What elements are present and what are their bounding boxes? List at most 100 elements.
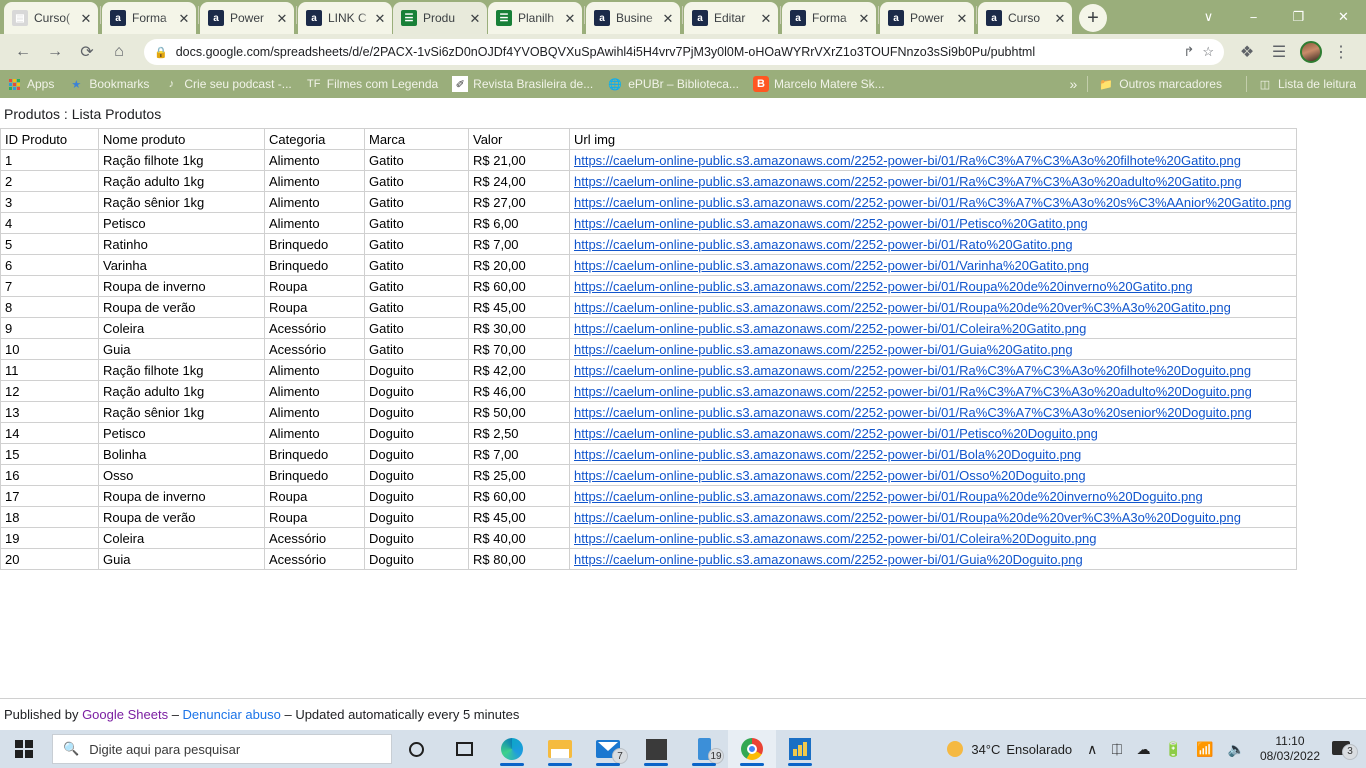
tab-close-icon[interactable]: ✕	[758, 12, 774, 25]
notification-icon[interactable]: 3	[1328, 740, 1360, 760]
tab-close-icon[interactable]: ✕	[856, 12, 872, 25]
back-icon[interactable]: ←	[8, 37, 38, 67]
tab-close-icon[interactable]: ✕	[1052, 12, 1068, 25]
cell-nome: Roupa de verão	[98, 506, 265, 528]
product-image-link[interactable]: https://caelum-online-public.s3.amazonaw…	[574, 405, 1252, 420]
cell-nome: Coleira	[98, 317, 265, 339]
product-image-link[interactable]: https://caelum-online-public.s3.amazonaw…	[574, 363, 1251, 378]
share-icon[interactable]: ↱	[1183, 44, 1194, 60]
tab-close-icon[interactable]: ✕	[78, 12, 94, 25]
bookmark-item[interactable]: Apps	[6, 76, 54, 92]
cortana-circle-icon[interactable]	[392, 730, 440, 768]
reload-icon[interactable]: ⟳	[72, 37, 102, 67]
tab-close-icon[interactable]: ✕	[176, 12, 192, 25]
show-hidden-icons-chevron-up-icon[interactable]: ∧	[1080, 741, 1104, 758]
cell-nome: Ração adulto 1kg	[98, 380, 265, 402]
edge-icon[interactable]	[488, 730, 536, 768]
bookmark-star-icon[interactable]: ☆	[1202, 44, 1214, 60]
product-image-link[interactable]: https://caelum-online-public.s3.amazonaw…	[574, 489, 1203, 504]
product-image-link[interactable]: https://caelum-online-public.s3.amazonaw…	[574, 153, 1241, 168]
tab-close-icon[interactable]: ✕	[660, 12, 676, 25]
battery-icon[interactable]: 🔋	[1158, 741, 1189, 758]
sticky-notes-icon[interactable]	[632, 730, 680, 768]
browser-tab[interactable]: a Power ✕	[880, 2, 974, 34]
avatar[interactable]	[1300, 41, 1322, 63]
bookmark-item[interactable]: 🌐 ePUBr – Biblioteca...	[607, 76, 739, 92]
browser-tab[interactable]: a LINK C ✕	[298, 2, 392, 34]
product-image-link[interactable]: https://caelum-online-public.s3.amazonaw…	[574, 531, 1096, 546]
product-image-link[interactable]: https://caelum-online-public.s3.amazonaw…	[574, 384, 1252, 399]
browser-tab[interactable]: a Curso ✕	[978, 2, 1072, 34]
browser-tab[interactable]: a Forma ✕	[782, 2, 876, 34]
tab-search-button[interactable]: ∨	[1186, 0, 1231, 34]
file-explorer-icon[interactable]	[536, 730, 584, 768]
chrome-menu-icon[interactable]: ⋮	[1326, 37, 1356, 67]
browser-tab[interactable]: ▤ Curso(✕	[4, 2, 98, 34]
report-abuse-link[interactable]: Denunciar abuso	[183, 707, 281, 722]
product-image-link[interactable]: https://caelum-online-public.s3.amazonaw…	[574, 552, 1083, 567]
product-image-link[interactable]: https://caelum-online-public.s3.amazonaw…	[574, 342, 1073, 357]
browser-tab[interactable]: a Busine ✕	[586, 2, 680, 34]
browser-tab[interactable]: ☰ Planilh ✕	[488, 2, 582, 34]
google-sheets-link[interactable]: Google Sheets	[82, 707, 168, 722]
table-row: 20 Guia Acessório Doguito R$ 80,00 https://ca…	[0, 548, 1297, 570]
product-image-link[interactable]: https://caelum-online-public.s3.amazonaw…	[574, 216, 1088, 231]
minimize-button[interactable]: −	[1231, 0, 1276, 34]
tab-separator	[296, 6, 297, 24]
bookmark-item[interactable]: ✐ Revista Brasileira de...	[452, 76, 593, 92]
mail-icon[interactable]: 7	[584, 730, 632, 768]
product-image-link[interactable]: https://caelum-online-public.s3.amazonaw…	[574, 237, 1073, 252]
product-image-link[interactable]: https://caelum-online-public.s3.amazonaw…	[574, 426, 1098, 441]
product-image-link[interactable]: https://caelum-online-public.s3.amazonaw…	[574, 447, 1081, 462]
product-image-link[interactable]: https://caelum-online-public.s3.amazonaw…	[574, 258, 1089, 273]
bookmark-reading-list[interactable]: ◫ Lista de leitura	[1257, 76, 1356, 92]
browser-tab[interactable]: a Editar ✕	[684, 2, 778, 34]
cell-categoria: Alimento	[264, 191, 365, 213]
new-tab-button[interactable]: +	[1079, 4, 1107, 32]
page-icon: ▤	[12, 10, 28, 26]
bookmark-item[interactable]: ★ Bookmarks	[68, 76, 149, 92]
close-window-button[interactable]: ✕	[1321, 0, 1366, 34]
taskbar-search-input[interactable]: 🔍 Digite aqui para pesquisar	[52, 734, 392, 764]
browser-tab[interactable]: a Forma ✕	[102, 2, 196, 34]
browser-tab[interactable]: a Power ✕	[200, 2, 294, 34]
bookmarks-overflow-icon[interactable]: »	[1069, 76, 1077, 92]
home-icon[interactable]: ⌂	[104, 37, 134, 67]
product-image-link[interactable]: https://caelum-online-public.s3.amazonaw…	[574, 279, 1193, 294]
maximize-button[interactable]: ❐	[1276, 0, 1321, 34]
product-image-link[interactable]: https://caelum-online-public.s3.amazonaw…	[574, 321, 1086, 336]
cell-id: 6	[0, 254, 99, 276]
onedrive-sync-icon[interactable]: ⎅	[1104, 741, 1129, 758]
tab-close-icon[interactable]: ✕	[372, 12, 388, 25]
bookmark-other-bookmarks[interactable]: 📁 Outros marcadores	[1098, 76, 1222, 92]
bookmark-item[interactable]: TF Filmes com Legenda	[306, 76, 438, 92]
your-phone-icon[interactable]: 19	[680, 730, 728, 768]
product-image-link[interactable]: https://caelum-online-public.s3.amazonaw…	[574, 468, 1086, 483]
tab-close-icon[interactable]: ✕	[562, 12, 578, 25]
tab-close-icon[interactable]: ✕	[274, 12, 290, 25]
product-image-link[interactable]: https://caelum-online-public.s3.amazonaw…	[574, 195, 1292, 210]
product-image-link[interactable]: https://caelum-online-public.s3.amazonaw…	[574, 510, 1241, 525]
taskbar-clock[interactable]: 11:10 08/03/2022	[1252, 734, 1328, 764]
address-bar[interactable]: 🔒 docs.google.com/spreadsheets/d/e/2PACX…	[144, 39, 1224, 65]
power-bi-icon[interactable]	[776, 730, 824, 768]
product-image-link[interactable]: https://caelum-online-public.s3.amazonaw…	[574, 300, 1231, 315]
weather-condition: Ensolarado	[1006, 741, 1073, 757]
windows-start-icon[interactable]	[0, 730, 48, 768]
tab-close-icon[interactable]: ✕	[954, 12, 970, 25]
wifi-icon[interactable]: 📶	[1189, 741, 1220, 758]
reading-list-icon[interactable]: ☰	[1264, 37, 1294, 67]
cloud-icon[interactable]: ☁	[1130, 741, 1158, 758]
task-view-icon[interactable]	[440, 730, 488, 768]
bookmark-item[interactable]: B Marcelo Matere Sk...	[752, 76, 885, 92]
product-image-link[interactable]: https://caelum-online-public.s3.amazonaw…	[574, 174, 1242, 189]
chrome-icon[interactable]	[728, 730, 776, 768]
forward-icon[interactable]: →	[40, 37, 70, 67]
weather-widget[interactable]: 34°C Ensolarado	[947, 741, 1072, 757]
notification-count: 3	[1342, 743, 1358, 760]
extensions-icon[interactable]: ❖	[1232, 37, 1262, 67]
browser-tab[interactable]: ☰ Produ ✕	[393, 2, 487, 34]
tab-close-icon[interactable]: ✕	[467, 12, 483, 25]
volume-icon[interactable]: 🔈	[1221, 741, 1252, 758]
bookmark-item[interactable]: ♪ Crie seu podcast -...	[163, 76, 292, 92]
